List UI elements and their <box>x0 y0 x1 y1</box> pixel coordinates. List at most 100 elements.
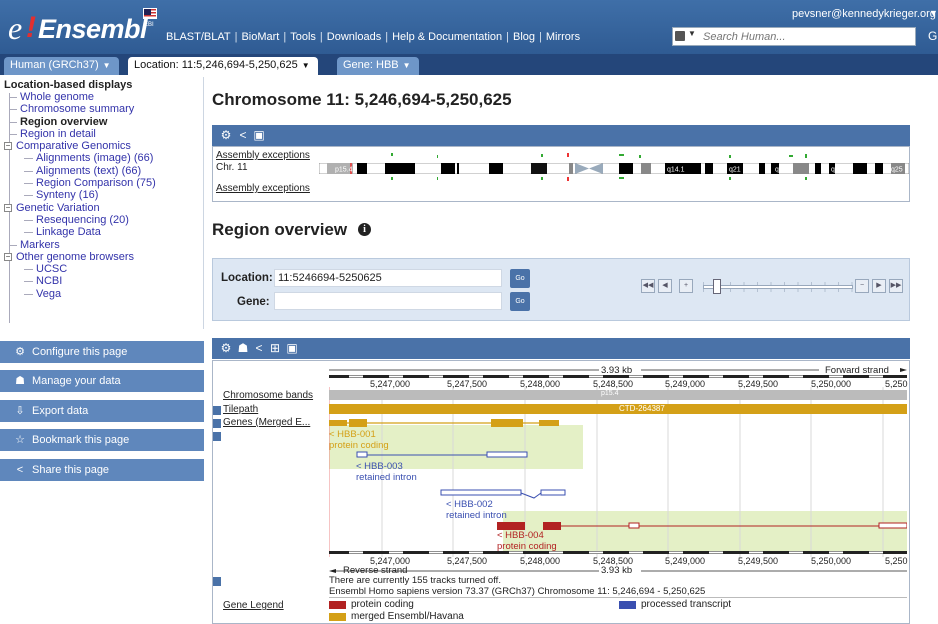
sidebar-item[interactable]: Chromosome summary <box>0 103 203 115</box>
gene-name[interactable]: < HBB-003 <box>356 462 403 472</box>
gene-name[interactable]: < HBB-001 <box>329 430 376 440</box>
gene-name[interactable]: < HBB-002 <box>446 500 493 510</box>
scale-tick: 5,249,500 <box>738 556 779 566</box>
action-label: Export data <box>32 405 89 417</box>
chevron-down-icon[interactable]: ▼ <box>688 29 696 38</box>
nav-biomart[interactable]: BioMart <box>241 31 279 43</box>
sidebar-item[interactable]: Alignments (text) (66) <box>0 165 203 177</box>
sidebar-item[interactable]: Region overview <box>0 116 203 128</box>
info-icon[interactable]: i <box>358 223 371 236</box>
sidebar-item[interactable]: − Comparative Genomics <box>0 140 203 152</box>
configure-page-button[interactable]: ⚙ Configure this page <box>0 341 204 363</box>
export-image-icon[interactable]: ▣ <box>285 341 299 355</box>
collapse-icon[interactable]: − <box>4 203 12 212</box>
sidebar-item[interactable]: Markers <box>0 239 203 251</box>
legend-swatch-protein-coding <box>329 601 346 609</box>
sidebar-item[interactable]: − Genetic Variation <box>0 202 203 214</box>
nav-tools[interactable]: Tools <box>290 31 316 43</box>
chromosome-ideogram[interactable]: p15.4 p13 p12 q14.1 q21 q22.3 q23.3 q25 <box>319 163 909 174</box>
manage-data-button[interactable]: ☗ Manage your data <box>0 370 204 392</box>
manage-data-icon[interactable]: ☗ <box>236 341 250 355</box>
tab-label: Human (GRCh37) <box>10 59 99 71</box>
zoom-slider[interactable] <box>703 285 853 289</box>
nav-mirrors[interactable]: Mirrors <box>546 31 580 43</box>
tab-species[interactable]: Human (GRCh37) ▼ <box>4 57 119 75</box>
tree-guide <box>24 158 33 160</box>
nav-blog[interactable]: Blog <box>513 31 535 43</box>
sidebar-item[interactable]: Resequencing (20) <box>0 214 203 226</box>
scroll-left-icon[interactable]: ◀ <box>658 279 672 293</box>
collapse-icon[interactable]: − <box>4 252 12 261</box>
nav-downloads[interactable]: Downloads <box>327 31 381 43</box>
legend-label: processed transcript <box>641 599 732 610</box>
search-input[interactable] <box>703 29 911 44</box>
gene-legend-title[interactable]: Gene Legend <box>223 600 284 611</box>
zoom-in-icon[interactable]: + <box>679 279 693 293</box>
share-icon[interactable]: < <box>252 341 266 355</box>
track-label-genes[interactable]: Genes (Merged E... <box>223 417 310 428</box>
gene-name[interactable]: < HBB-004 <box>497 531 544 541</box>
assembly-exceptions-label[interactable]: Assembly exceptions <box>216 183 310 194</box>
chromosome-band-bar[interactable]: p15.4 <box>329 390 907 400</box>
sidebar-item[interactable]: − Other genome browsers <box>0 251 203 263</box>
tree-guide <box>24 281 33 283</box>
track-handle[interactable] <box>213 432 221 441</box>
sidebar-item-label: NCBI <box>36 275 63 288</box>
tile-label: CTD-264387 <box>619 404 665 413</box>
track-label-tilepath[interactable]: Tilepath <box>223 404 258 415</box>
tree-guide <box>24 219 33 221</box>
search-go-button[interactable]: G <box>928 29 937 43</box>
zoom-out-icon[interactable]: − <box>855 279 869 293</box>
assembly-exceptions-label[interactable]: Assembly exceptions <box>216 150 310 161</box>
sidebar-item[interactable]: Synteny (16) <box>0 189 203 201</box>
chevron-down-icon: ▼ <box>402 61 411 70</box>
collapse-icon[interactable]: − <box>4 142 12 151</box>
user-account-link[interactable]: pevsner@kennedykrieger.org <box>792 8 936 20</box>
bookmark-page-button[interactable]: ☆ Bookmark this page <box>0 429 204 451</box>
sidebar-item[interactable]: Region Comparison (75) <box>0 177 203 189</box>
gene-input[interactable] <box>274 292 502 310</box>
location-input[interactable] <box>274 269 502 287</box>
tree-guide <box>24 183 33 185</box>
nav-blast[interactable]: BLAST/BLAT <box>166 31 231 43</box>
gear-icon[interactable]: ⚙ <box>219 128 233 142</box>
band-label: q25 <box>891 167 903 174</box>
sidebar-item[interactable]: NCBI <box>0 275 203 287</box>
scroll-far-left-icon[interactable]: ◀◀ <box>641 279 655 293</box>
sidebar-item[interactable]: Region in detail <box>0 128 203 140</box>
sidebar-item[interactable]: Vega <box>0 288 203 300</box>
scale-tick: 5,248,000 <box>520 556 561 566</box>
gene-go-button[interactable]: Go <box>510 292 530 311</box>
resize-icon[interactable]: ⊞ <box>268 341 282 355</box>
sidebar-item[interactable]: Whole genome <box>0 91 203 103</box>
sidebar-item-label: Synteny (16) <box>36 189 99 202</box>
sidebar-item[interactable]: Linkage Data <box>0 226 203 238</box>
track-handle[interactable] <box>213 406 221 415</box>
top-nav: BLAST/BLAT | BioMart | Tools | Downloads | Help … <box>166 31 581 43</box>
track-handle[interactable] <box>213 419 221 428</box>
scroll-right-icon[interactable]: ▶ <box>872 279 886 293</box>
scroll-far-right-icon[interactable]: ▶▶ <box>889 279 903 293</box>
tab-location[interactable]: Location: 11:5,246,694-5,250,625 ▼ <box>128 57 318 75</box>
share-page-button[interactable]: < Share this page <box>0 459 204 481</box>
account-dropdown-icon[interactable]: ▼ <box>929 8 938 18</box>
gear-icon[interactable]: ⚙ <box>219 341 233 355</box>
sidebar-item[interactable]: UCSC <box>0 263 203 275</box>
tree-guide <box>24 232 33 234</box>
detail-panel-toolbar: ⚙ ☗ < ⊞ ▣ <box>212 338 910 359</box>
gene-biotype: retained intron <box>356 472 417 483</box>
sidebar-item[interactable]: Alignments (image) (66) <box>0 152 203 164</box>
location-go-button[interactable]: Go <box>510 269 530 288</box>
track-handle[interactable] <box>213 577 221 586</box>
export-image-icon[interactable]: ▣ <box>252 128 266 142</box>
tab-gene[interactable]: Gene: HBB ▼ <box>337 57 419 75</box>
species-icon[interactable] <box>675 31 685 41</box>
tilepath-bar[interactable]: CTD-264387 <box>329 404 907 414</box>
track-label-chromosome-bands[interactable]: Chromosome bands <box>223 390 313 401</box>
nav-help[interactable]: Help & Documentation <box>392 31 502 43</box>
share-icon[interactable]: < <box>236 128 250 142</box>
sidebar-item-label: Resequencing (20) <box>36 213 129 226</box>
action-label: Configure this page <box>32 346 128 358</box>
zoom-slider-handle[interactable] <box>713 279 721 294</box>
export-data-button[interactable]: ⇩ Export data <box>0 400 204 422</box>
